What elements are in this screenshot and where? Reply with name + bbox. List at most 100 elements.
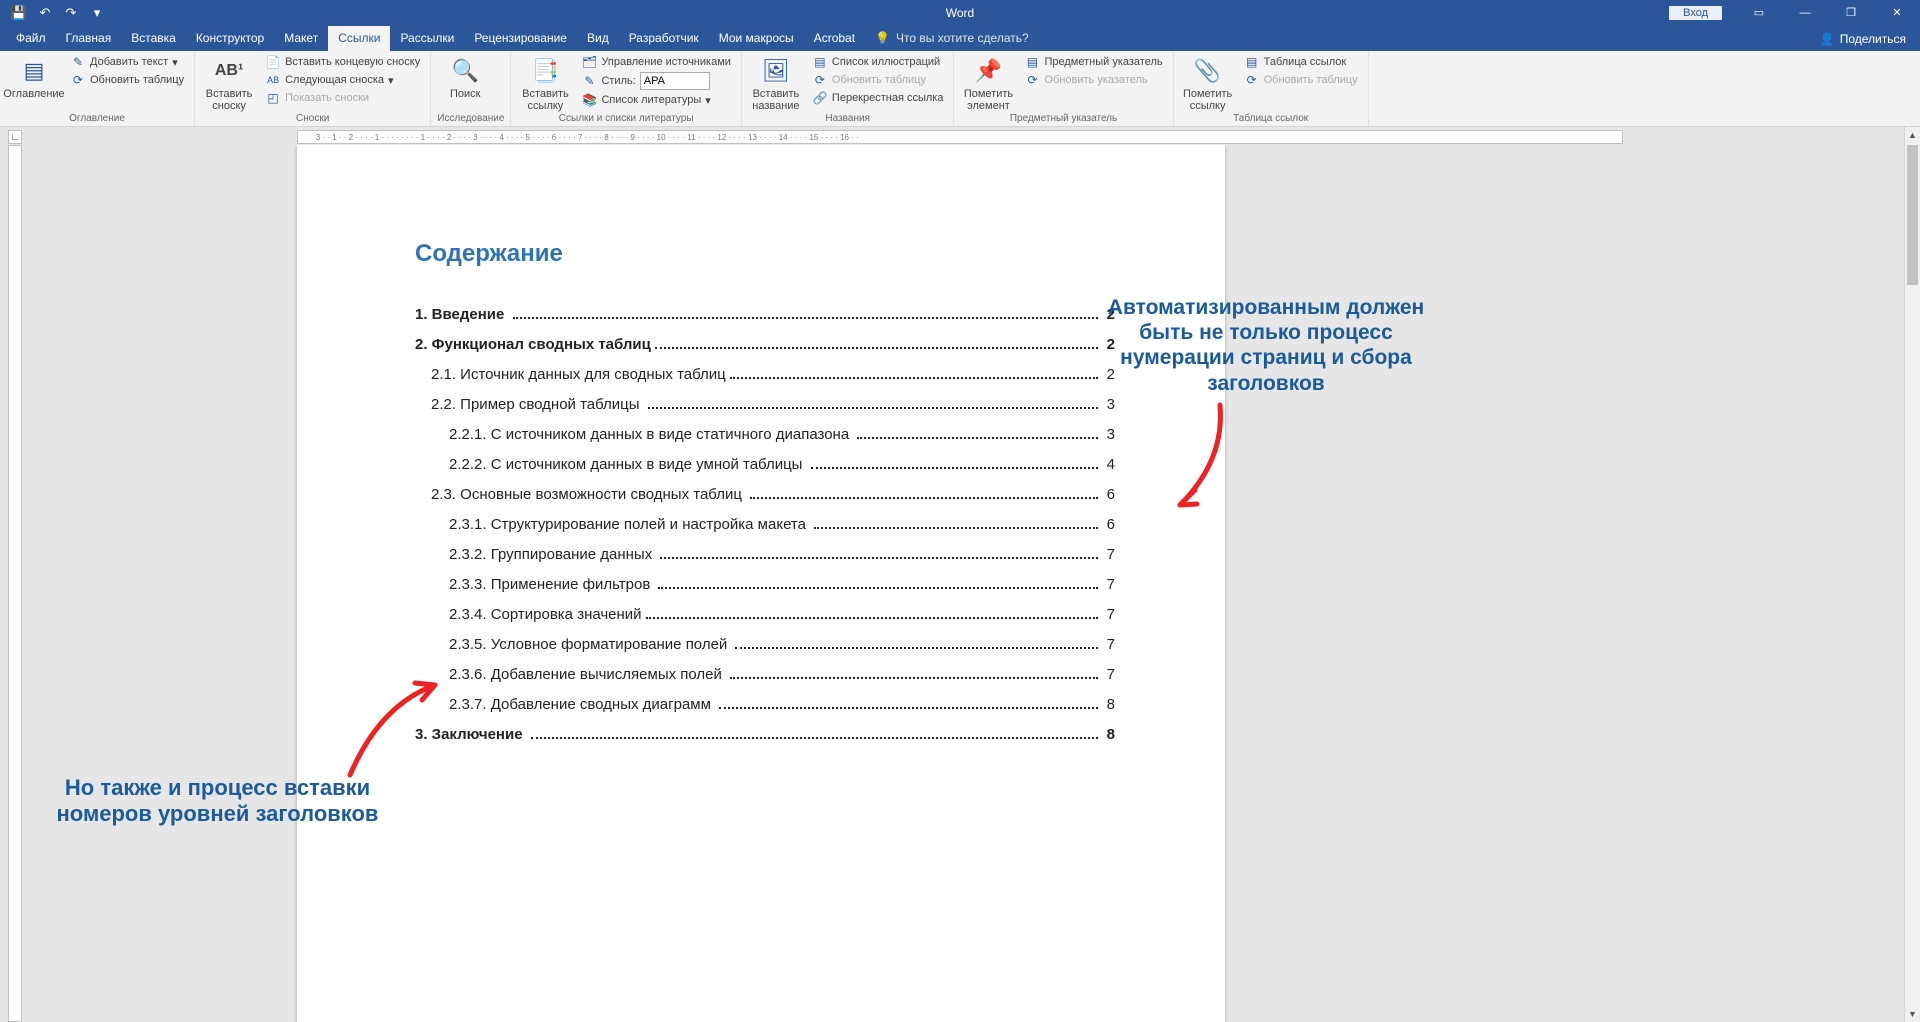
update-tof-button[interactable]: ⟳Обновить таблицу: [808, 71, 948, 89]
search-icon: 🔍: [449, 55, 481, 87]
tab-макет[interactable]: Макет: [274, 26, 328, 51]
index-icon: ▤: [1024, 54, 1040, 70]
citation-icon: 📑: [529, 55, 561, 87]
document-page[interactable]: Содержание 1. Введение 22. Функционал св…: [297, 145, 1225, 1022]
toc-leader: [730, 377, 1099, 379]
vertical-scrollbar[interactable]: ▲ ▼: [1904, 127, 1920, 1022]
toc-entry[interactable]: 2.2.2. С источником данных в виде умной …: [415, 456, 1115, 473]
toc-leader: [660, 557, 1098, 559]
group-footnotes: AB¹ Вставить сноску 📄Вставить концевую с…: [195, 51, 431, 126]
mark-icon: 📌: [972, 55, 1004, 87]
tab-рассылки[interactable]: Рассылки: [390, 26, 464, 51]
ribbon-display-icon[interactable]: ▭: [1736, 0, 1782, 25]
crossref-button[interactable]: 🔗Перекрестная ссылка: [808, 89, 948, 107]
update-toa-button[interactable]: ⟳Обновить таблицу: [1240, 71, 1362, 89]
tab-ссылки[interactable]: Ссылки: [328, 26, 390, 51]
toc-entry[interactable]: 2.3.4. Сортировка значений 7: [415, 606, 1115, 623]
toc-entry[interactable]: 2.3. Основные возможности сводных таблиц…: [415, 486, 1115, 503]
scroll-down-icon[interactable]: ▼: [1905, 1006, 1920, 1022]
toc-entry[interactable]: 2.2.1. С источником данных в виде статич…: [415, 426, 1115, 443]
biblio-icon: 📚: [581, 92, 597, 108]
tab-рецензирование[interactable]: Рецензирование: [464, 26, 577, 51]
tab-file[interactable]: Файл: [6, 26, 56, 51]
toc-entry[interactable]: 2.2. Пример сводной таблицы 3: [415, 396, 1115, 413]
toc-entry[interactable]: 2.3.7. Добавление сводных диаграмм 8: [415, 696, 1115, 713]
toc-leader: [735, 647, 1098, 649]
bibliography-button[interactable]: 📚Список литературы▾: [577, 91, 734, 109]
toc-text: 2.2. Пример сводной таблицы: [431, 396, 644, 413]
toc-text: 3. Заключение: [415, 726, 527, 743]
toc-leader: [646, 617, 1099, 619]
update-index-button[interactable]: ⟳Обновить указатель: [1020, 71, 1166, 89]
tab-мои макросы[interactable]: Мои макросы: [709, 26, 804, 51]
tab-acrobat[interactable]: Acrobat: [804, 26, 865, 51]
show-footnotes-button[interactable]: ◰Показать сноски: [261, 89, 424, 107]
tell-me-search[interactable]: 💡 Что вы хотите сделать?: [865, 26, 1039, 51]
update-toc-button[interactable]: ⟳Обновить таблицу: [66, 71, 188, 89]
insert-endnote-button[interactable]: 📄Вставить концевую сноску: [261, 53, 424, 71]
save-icon[interactable]: 💾: [6, 1, 32, 25]
minimize-icon[interactable]: —: [1782, 0, 1828, 25]
toc-entry[interactable]: 3. Заключение 8: [415, 726, 1115, 743]
style-input[interactable]: [640, 72, 710, 90]
toc-entry[interactable]: 2.3.1. Структурирование полей и настройк…: [415, 516, 1115, 533]
next-icon: AB: [265, 72, 281, 88]
toc-button[interactable]: ▤ Оглавление: [6, 53, 62, 100]
add-text-button[interactable]: ✎Добавить текст▾: [66, 53, 188, 71]
ribbon-tabs: Файл ГлавнаяВставкаКонструкторМакетСсылк…: [0, 25, 1920, 51]
mark-label: Пометить элемент: [964, 88, 1013, 112]
close-icon[interactable]: ✕: [1874, 0, 1920, 25]
scroll-up-icon[interactable]: ▲: [1905, 127, 1920, 143]
show-icon: ◰: [265, 90, 281, 106]
share-label: Поделиться: [1840, 32, 1906, 46]
toc-leader: [857, 437, 1098, 439]
qat-customize-icon[interactable]: ▾: [84, 1, 110, 25]
ruler-area: ∟ 3 · · 1 · · 2 · · · · 1 · · · · · · · …: [0, 127, 1920, 145]
login-button[interactable]: Вход: [1669, 6, 1722, 20]
toc-page: 7: [1102, 546, 1115, 563]
toc-page: 4: [1102, 456, 1115, 473]
manage-sources-button[interactable]: 🗂Управление источниками: [577, 53, 734, 71]
mark-cite-label: Пометить ссылку: [1183, 88, 1232, 112]
next-footnote-button[interactable]: ABСледующая сноска▾: [261, 71, 424, 89]
tof-button[interactable]: ▤Список иллюстраций: [808, 53, 948, 71]
tab-selector[interactable]: ∟: [8, 130, 22, 144]
mark-citation-button[interactable]: 📎 Пометить ссылку: [1180, 53, 1236, 112]
toc-entry[interactable]: 2.3.6. Добавление вычисляемых полей 7: [415, 666, 1115, 683]
toc-page: 7: [1102, 636, 1115, 653]
vertical-ruler[interactable]: [8, 145, 22, 1022]
toc-page: 8: [1102, 696, 1115, 713]
toc-icon: ▤: [18, 55, 50, 87]
group-toa: 📎 Пометить ссылку ▤Таблица ссылок ⟳Обнов…: [1174, 51, 1369, 126]
maximize-icon[interactable]: ❐: [1828, 0, 1874, 25]
tab-вид[interactable]: Вид: [577, 26, 619, 51]
toc-entry[interactable]: 1. Введение 2: [415, 306, 1115, 323]
toc-entry[interactable]: 2. Функционал сводных таблиц 2: [415, 336, 1115, 353]
horizontal-ruler[interactable]: 3 · · 1 · · 2 · · · · 1 · · · · · · · · …: [297, 130, 1623, 144]
tab-главная[interactable]: Главная: [56, 26, 122, 51]
toc-page: 8: [1102, 726, 1115, 743]
redo-icon[interactable]: ↷: [58, 1, 84, 25]
toc-entry[interactable]: 2.3.5. Условное форматирование полей 7: [415, 636, 1115, 653]
group-toc: ▤ Оглавление ✎Добавить текст▾ ⟳Обновить …: [0, 51, 195, 126]
toc-entry[interactable]: 2.3.3. Применение фильтров 7: [415, 576, 1115, 593]
tab-конструктор[interactable]: Конструктор: [186, 26, 274, 51]
insert-footnote-button[interactable]: AB¹ Вставить сноску: [201, 53, 257, 112]
share-button[interactable]: 👤 Поделиться: [1806, 27, 1920, 51]
insert-caption-button[interactable]: 🖼 Вставить название: [748, 53, 804, 112]
toa-button[interactable]: ▤Таблица ссылок: [1240, 53, 1362, 71]
toc-entry[interactable]: 2.1. Источник данных для сводных таблиц …: [415, 366, 1115, 383]
style-selector[interactable]: ✎Стиль:: [577, 71, 734, 91]
toc-entry[interactable]: 2.3.2. Группирование данных 7: [415, 546, 1115, 563]
scroll-thumb[interactable]: [1907, 145, 1918, 285]
tab-разработчик[interactable]: Разработчик: [619, 26, 709, 51]
insert-citation-button[interactable]: 📑 Вставить ссылку: [517, 53, 573, 112]
search-button[interactable]: 🔍 Поиск: [437, 53, 493, 100]
mark-entry-button[interactable]: 📌 Пометить элемент: [960, 53, 1016, 112]
tab-вставка[interactable]: Вставка: [121, 26, 186, 51]
group-label: Предметный указатель: [960, 113, 1166, 126]
undo-icon[interactable]: ↶: [32, 1, 58, 25]
group-label: Исследование: [437, 113, 504, 126]
insert-index-button[interactable]: ▤Предметный указатель: [1020, 53, 1166, 71]
toc-page: 3: [1102, 396, 1115, 413]
